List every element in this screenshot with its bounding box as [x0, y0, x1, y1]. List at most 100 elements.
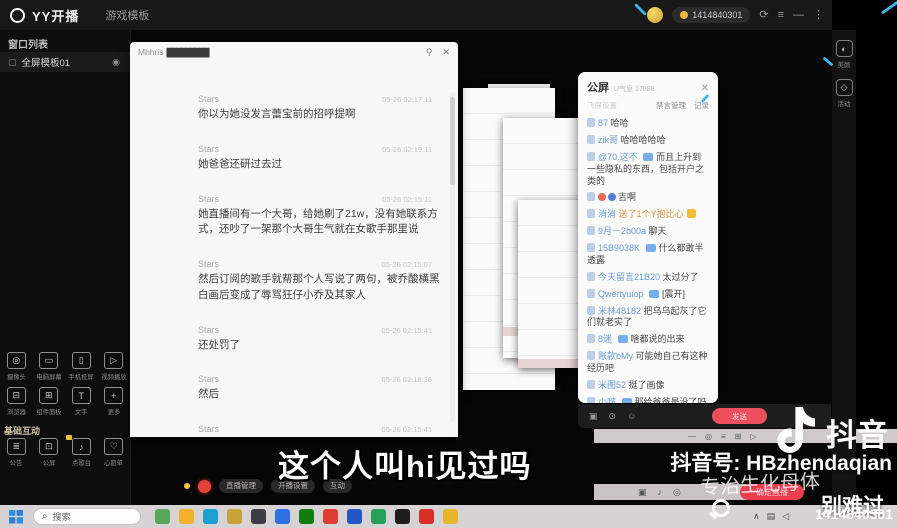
more-icon[interactable]: ⋮: [813, 0, 824, 30]
minimize-icon[interactable]: —: [688, 432, 696, 441]
taskbar-app-icon[interactable]: [395, 509, 410, 524]
window-list-label: 窗口列表: [8, 36, 48, 51]
source-label: 电脑屏幕: [36, 373, 61, 382]
level-badge-icon: [587, 226, 595, 235]
yy-logo-icon: [10, 8, 25, 23]
tool-live-manage[interactable]: 直播管理: [219, 479, 263, 493]
taskbar-app-icon[interactable]: [443, 509, 458, 524]
tab-screen-settings[interactable]: 飞屏设置: [587, 100, 617, 111]
scrollbar-thumb[interactable]: [450, 97, 455, 185]
chat-message: Stars05-26 02:15:41还处罚了: [198, 325, 446, 354]
visibility-eye-icon[interactable]: ◉: [112, 57, 120, 68]
level-badge-icon: [587, 289, 595, 298]
start-button[interactable]: [9, 510, 23, 524]
send-button[interactable]: 发送: [712, 408, 767, 424]
menu-icon[interactable]: ≡: [778, 0, 784, 30]
close-icon[interactable]: ✕: [442, 47, 450, 58]
source-wish[interactable]: ♡心愿单: [99, 438, 129, 468]
menu-icon[interactable]: ≡: [721, 432, 726, 441]
taskbar-app-icon[interactable]: [227, 509, 242, 524]
taskbar-app-icon[interactable]: [203, 509, 218, 524]
panel-text: 聊天: [649, 226, 667, 236]
music-icon[interactable]: ♪: [658, 487, 663, 497]
panel-text: 太过分了: [663, 272, 699, 282]
volume-icon[interactable]: ◁: [782, 511, 789, 522]
taskbar-app-icon[interactable]: [299, 509, 314, 524]
taskbar-app-icon[interactable]: [347, 509, 362, 524]
message-text: 然后订阅的歌手就帮那个人写说了两句，被乔酸横黑白画后变成了辱骂狂仔小乔及其家人: [198, 272, 440, 304]
source-screen[interactable]: ▭电脑屏幕: [34, 352, 64, 382]
panel-message: Qwertyuiop [震开]: [587, 289, 709, 301]
source-video[interactable]: ▷视频播放: [99, 352, 129, 382]
minimize-icon[interactable]: —: [793, 0, 804, 30]
taskbar-app-icon[interactable]: [275, 509, 290, 524]
message-author: Stars: [198, 424, 219, 434]
source-plus[interactable]: +更多: [99, 387, 129, 417]
pen-scribble: [881, 1, 897, 15]
panel-text: 送了1个Y抱比心: [619, 209, 696, 219]
tray-caret-icon[interactable]: ∧: [753, 511, 760, 522]
panel-text: 哈哈: [611, 118, 629, 128]
song-icon: ♪: [72, 438, 91, 455]
source-label: 组件面板: [36, 408, 61, 417]
panel-author: 87: [598, 118, 611, 128]
emoji-icon[interactable]: ☺: [627, 411, 636, 421]
image-icon[interactable]: ▣: [589, 411, 598, 422]
taskbar-app-icon[interactable]: [323, 509, 338, 524]
source-label: 心愿单: [104, 459, 123, 468]
image-icon[interactable]: ▣: [638, 487, 647, 498]
activity-icon: ◇: [836, 79, 853, 96]
account-id: 1414840301: [692, 10, 742, 20]
panel-message-list: 87 哈哈zik哥 哈哈哈哈哈@70.这不 而且上升到一些隐私的东西，包括开户之…: [578, 114, 718, 403]
source-notice[interactable]: ≣公告: [1, 438, 31, 468]
taskbar-app-icon[interactable]: [179, 509, 194, 524]
close-icon[interactable]: ✕: [701, 83, 709, 94]
source-phone[interactable]: ▯手机投屏: [66, 352, 96, 382]
panel-message: 9月－2b00a 聊天: [587, 226, 709, 238]
play-icon[interactable]: ▷: [750, 432, 756, 441]
source-browser[interactable]: ⊟浏览器: [1, 387, 31, 417]
ghost-toolbar: [518, 359, 586, 368]
panel-message: 87 哈哈: [587, 118, 709, 130]
message-header: Stars05-26 02:15:07: [198, 259, 446, 269]
taskbar-app-icon[interactable]: [419, 509, 434, 524]
pin-icon[interactable]: ⚲: [426, 47, 433, 58]
tab-game-template[interactable]: 游戏模板: [105, 7, 149, 23]
panel-author: 今天留言21B20: [598, 272, 663, 282]
fan-medal-icon: [643, 153, 653, 161]
camera-icon[interactable]: ◎: [705, 432, 712, 441]
system-tray[interactable]: ∧ ▤ ◁: [753, 511, 789, 522]
source-widget[interactable]: ⊞组件面板: [34, 387, 64, 417]
source-song[interactable]: ♪点歌台: [66, 438, 96, 468]
mic-icon[interactable]: ⊙: [609, 411, 617, 422]
source-camera[interactable]: ◎摄像头: [1, 352, 31, 382]
account-id-pill[interactable]: 1414840301: [672, 7, 750, 23]
rail-item-beauty[interactable]: ◐ 美颜: [832, 40, 856, 69]
chat-message: Stars05-26 02:15:11她直播间有一个大哥，给她刷了21w，没有她…: [198, 194, 446, 239]
source-text[interactable]: T文字: [66, 387, 96, 417]
taskbar-search[interactable]: ⌕ 搜索: [33, 508, 141, 525]
level-badge-icon: [587, 272, 595, 281]
panel-message: 米林48182 把乌乌起灰了它们就老实了: [587, 306, 709, 330]
chat-window-title: Mhhris: [138, 47, 164, 57]
chat-icon: ⊡: [39, 438, 58, 455]
record-button[interactable]: [198, 480, 211, 493]
avatar[interactable]: [647, 7, 663, 23]
source-label: 文字: [75, 408, 88, 417]
taskbar-app-icon[interactable]: [251, 509, 266, 524]
taskbar-app-icon[interactable]: [155, 509, 170, 524]
window-list-item[interactable]: ▢ 全屏模板01 ◉: [0, 52, 130, 72]
refresh-icon[interactable]: ⟳: [759, 0, 768, 30]
network-icon[interactable]: ▤: [767, 511, 776, 522]
rail-item-activity[interactable]: ◇ 活动: [832, 79, 856, 108]
phone-icon: ▯: [72, 352, 91, 369]
panel-text: 吉啊: [618, 192, 636, 202]
grid-icon[interactable]: ⊞: [735, 432, 742, 441]
chat-window-titlebar[interactable]: Mhhris █████████ ⚲ ✕: [130, 42, 458, 62]
tab-mute-manage[interactable]: 禁言管理: [656, 100, 686, 111]
panel-message: 今天留言21B20 太过分了: [587, 272, 709, 284]
camera-icon[interactable]: ◎: [673, 487, 681, 498]
search-placeholder: 搜索: [53, 510, 71, 523]
taskbar-app-icon[interactable]: [371, 509, 386, 524]
source-chat[interactable]: ⊡公屏: [34, 438, 64, 468]
